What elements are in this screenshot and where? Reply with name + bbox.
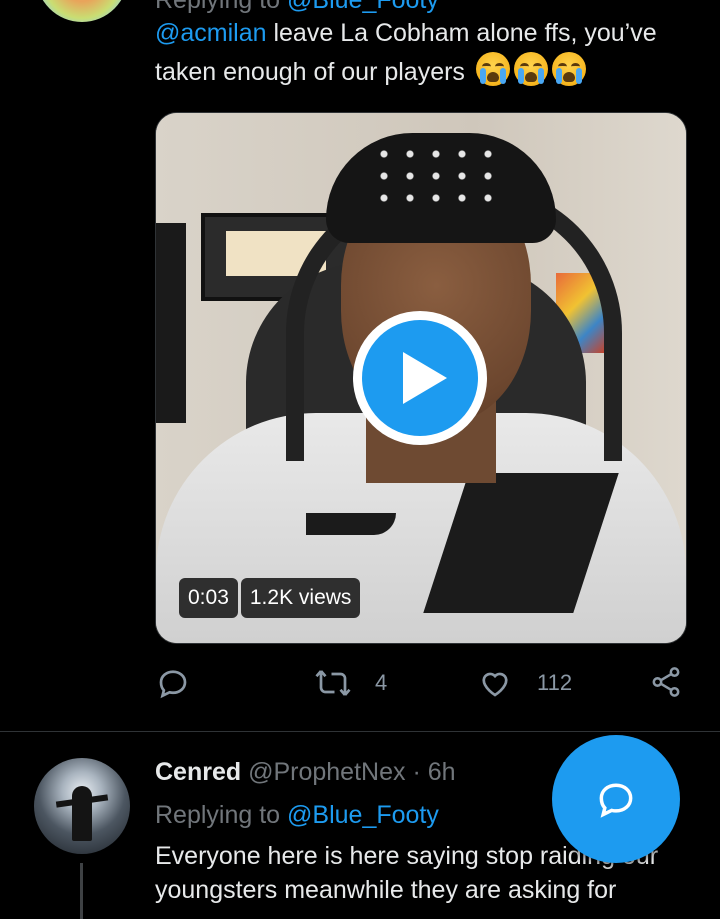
tweet-text-line: youngsters meanwhile they are asking for <box>155 876 617 904</box>
retweet-count: 4 <box>375 670 388 695</box>
replying-handle-link[interactable]: @Blue_Footy <box>287 0 439 14</box>
replying-to: Replying to @Blue_Footy <box>155 801 439 830</box>
tweet-text: @acmilan leave La Cobham alone ffs, you’… <box>155 14 695 91</box>
tweet-timestamp[interactable]: 6h <box>428 758 456 786</box>
video-player[interactable]: 0:03 1.2K views <box>155 112 687 644</box>
retweet-button[interactable]: 4 <box>313 665 387 701</box>
mention-link[interactable]: @acmilan <box>155 19 267 47</box>
tweet-header: Cenred @ProphetNex · 6h <box>155 758 456 787</box>
replying-handle-link[interactable]: @Blue_Footy <box>287 801 439 829</box>
avatar-figure-body <box>72 786 92 841</box>
replying-label: Replying to <box>155 0 281 14</box>
play-icon <box>403 352 447 404</box>
video-views: 1.2K views <box>240 578 361 618</box>
thread-line <box>80 863 83 919</box>
heart-icon <box>482 672 508 697</box>
author-handle[interactable]: @ProphetNex <box>248 758 405 786</box>
compose-reply-button[interactable] <box>552 735 680 863</box>
author-name[interactable]: Cenred <box>155 758 241 786</box>
loudly-crying-face-icon <box>513 52 548 86</box>
video-scene-shelf <box>156 223 186 423</box>
compose-reply-icon <box>599 783 633 818</box>
author-avatar[interactable] <box>36 0 128 22</box>
loudly-crying-face-icon <box>475 52 510 86</box>
header-separator: · <box>412 758 421 786</box>
author-avatar[interactable] <box>34 758 130 854</box>
retweet-icon <box>315 670 351 696</box>
play-button[interactable] <box>353 311 487 445</box>
like-button[interactable]: 112 <box>477 665 572 701</box>
video-duration: 0:03 <box>179 578 238 618</box>
tweet-divider <box>0 731 720 732</box>
play-button-inner <box>362 320 478 436</box>
tweet-text-line: leave La Cobham alone ffs, you’ve <box>266 19 657 47</box>
reply-button[interactable] <box>155 665 191 701</box>
share-button[interactable] <box>649 665 683 699</box>
replying-to: Replying to @Blue_Footy <box>155 0 439 15</box>
tweet-actions: 4 112 <box>155 665 695 709</box>
video-meta: 0:03 1.2K views <box>179 578 361 618</box>
replying-label: Replying to <box>155 801 281 829</box>
video-scene-bandana-pattern <box>371 143 501 203</box>
share-icon <box>652 667 680 697</box>
tweet-text-line: taken enough of our players <box>155 58 465 86</box>
reply-icon <box>159 670 187 699</box>
video-scene-logo <box>306 513 396 535</box>
loudly-crying-face-icon <box>551 52 586 86</box>
like-count: 112 <box>537 670 573 695</box>
